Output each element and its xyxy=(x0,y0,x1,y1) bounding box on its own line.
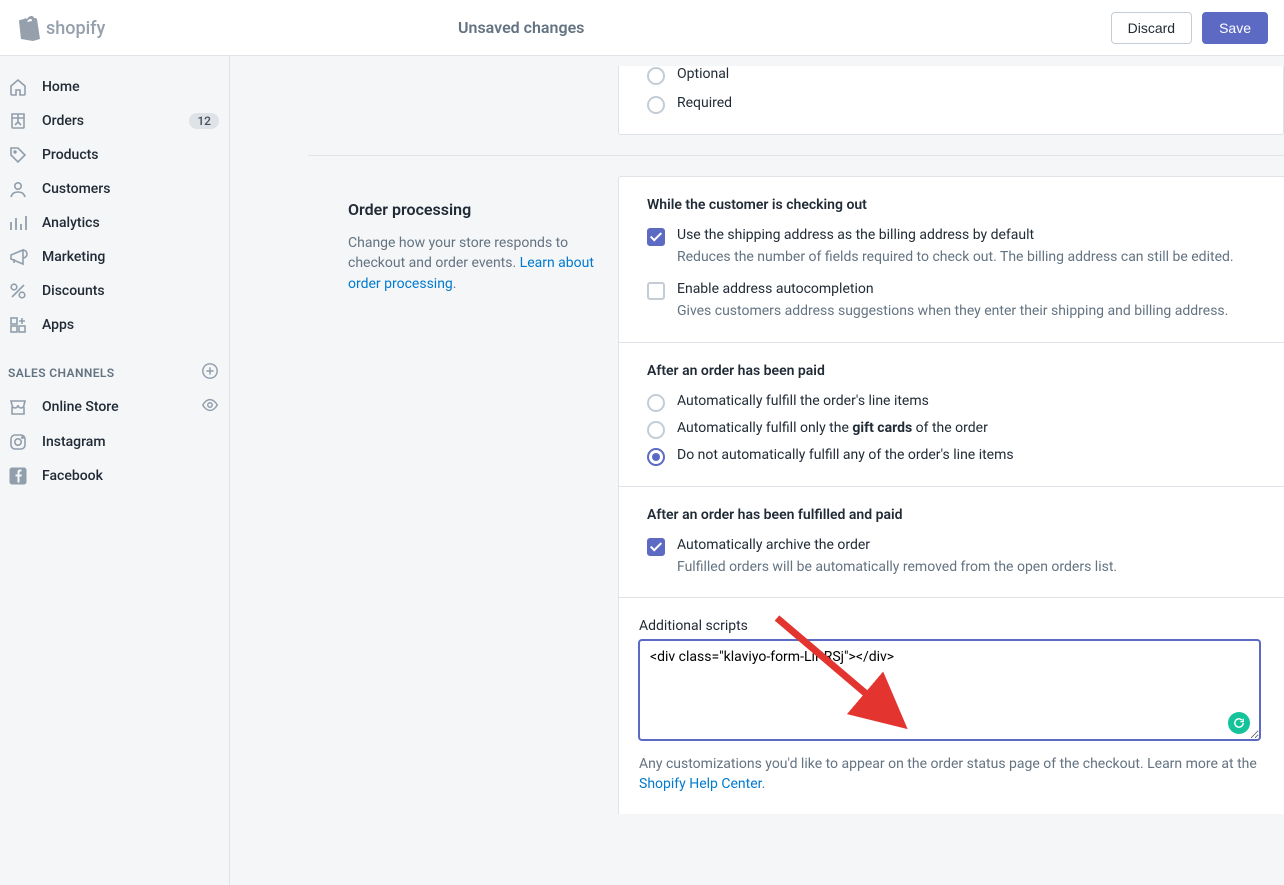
subsection-heading: After an order has been paid xyxy=(647,363,1264,379)
orders-icon xyxy=(8,111,28,131)
sidebar-item-label: Customers xyxy=(42,181,110,197)
radio-control[interactable] xyxy=(647,67,665,85)
analytics-icon xyxy=(8,213,28,233)
checkbox-control[interactable] xyxy=(647,228,665,246)
checkbox-control[interactable] xyxy=(647,282,665,300)
content: Optional Required Order processing Chang… xyxy=(230,56,1284,885)
discounts-icon xyxy=(8,281,28,301)
sidebar: Home Orders 12 Products Customers Analyt… xyxy=(0,56,230,885)
radio-no-auto-fulfill[interactable]: Do not automatically fulfill any of the … xyxy=(647,447,1264,466)
help-center-link[interactable]: Shopify Help Center xyxy=(639,776,762,792)
sidebar-item-products[interactable]: Products xyxy=(0,138,229,172)
sidebar-item-label: Discounts xyxy=(42,283,105,299)
radio-control[interactable] xyxy=(647,394,665,412)
grammarly-icon xyxy=(1228,712,1250,734)
sidebar-item-label: Products xyxy=(42,147,99,163)
facebook-icon xyxy=(8,466,28,486)
topbar-actions: Discard Save xyxy=(1111,12,1268,44)
after-fulfilled-subsection: After an order has been fulfilled and pa… xyxy=(619,486,1284,597)
orders-badge: 12 xyxy=(189,113,219,129)
checkbox-shipping-as-billing[interactable]: Use the shipping address as the billing … xyxy=(647,227,1264,267)
radio-auto-fulfill-giftcards[interactable]: Automatically fulfill only the gift card… xyxy=(647,420,1264,439)
checkbox-control[interactable] xyxy=(647,538,665,556)
radio-control[interactable] xyxy=(647,421,665,439)
products-icon xyxy=(8,145,28,165)
discard-button[interactable]: Discard xyxy=(1111,12,1192,44)
online-store-icon xyxy=(8,397,28,417)
instagram-icon xyxy=(8,432,28,452)
checkbox-address-autocomplete[interactable]: Enable address autocompletion Gives cust… xyxy=(647,281,1264,321)
sidebar-item-facebook[interactable]: Facebook xyxy=(0,459,229,493)
sidebar-item-label: Instagram xyxy=(42,434,106,450)
sidebar-item-label: Apps xyxy=(42,317,74,333)
sales-channels-header: SALES CHANNELS xyxy=(0,342,229,389)
sidebar-item-label: Analytics xyxy=(42,215,100,231)
view-store-icon[interactable] xyxy=(201,396,219,418)
section-divider xyxy=(308,155,1284,156)
radio-control[interactable] xyxy=(647,96,665,114)
additional-scripts-label: Additional scripts xyxy=(639,618,1260,634)
order-processing-section: Order processing Change how your store r… xyxy=(308,176,1284,814)
sidebar-item-label: Online Store xyxy=(42,399,119,415)
home-icon xyxy=(8,77,28,97)
sidebar-item-label: Home xyxy=(42,79,80,95)
apps-icon xyxy=(8,315,28,335)
sidebar-item-customers[interactable]: Customers xyxy=(0,172,229,206)
subsection-heading: After an order has been fulfilled and pa… xyxy=(647,507,1264,523)
sidebar-item-label: Orders xyxy=(42,113,84,129)
radio-auto-fulfill-all[interactable]: Automatically fulfill the order's line i… xyxy=(647,393,1264,412)
sidebar-item-orders[interactable]: Orders 12 xyxy=(0,104,229,138)
sidebar-item-label: Marketing xyxy=(42,249,105,265)
sidebar-item-label: Facebook xyxy=(42,468,103,484)
marketing-icon xyxy=(8,247,28,267)
add-channel-icon[interactable] xyxy=(201,362,219,383)
svg-text:shopify: shopify xyxy=(46,18,106,39)
sidebar-item-online-store[interactable]: Online Store xyxy=(0,389,229,425)
topbar: shopify Unsaved changes Discard Save xyxy=(0,0,1284,56)
section-title: Order processing xyxy=(348,200,598,219)
checkbox-auto-archive[interactable]: Automatically archive the order Fulfille… xyxy=(647,537,1264,577)
additional-scripts-subsection: Additional scripts Any customizations yo… xyxy=(619,597,1284,815)
subsection-heading: While the customer is checking out xyxy=(647,197,1264,213)
section-description: Order processing Change how your store r… xyxy=(308,176,618,814)
sidebar-item-apps[interactable]: Apps xyxy=(0,308,229,342)
additional-scripts-help: Any customizations you'd like to appear … xyxy=(639,754,1260,795)
sidebar-item-instagram[interactable]: Instagram xyxy=(0,425,229,459)
previous-section-tail: Optional Required xyxy=(618,66,1284,135)
section-subdescription: Change how your store responds to checko… xyxy=(348,233,598,294)
customers-icon xyxy=(8,179,28,199)
sidebar-item-analytics[interactable]: Analytics xyxy=(0,206,229,240)
checkout-subsection: While the customer is checking out Use t… xyxy=(619,177,1284,342)
order-processing-card: While the customer is checking out Use t… xyxy=(618,176,1284,814)
shopify-logo: shopify xyxy=(16,13,126,43)
after-paid-subsection: After an order has been paid Automatical… xyxy=(619,342,1284,486)
radio-control[interactable] xyxy=(647,448,665,466)
sidebar-item-discounts[interactable]: Discounts xyxy=(0,274,229,308)
sidebar-item-home[interactable]: Home xyxy=(0,70,229,104)
page-title: Unsaved changes xyxy=(458,18,584,37)
save-button[interactable]: Save xyxy=(1202,12,1268,44)
additional-scripts-input[interactable] xyxy=(639,640,1260,740)
sidebar-item-marketing[interactable]: Marketing xyxy=(0,240,229,274)
radio-optional[interactable]: Optional xyxy=(647,66,1263,85)
radio-required[interactable]: Required xyxy=(647,95,1263,114)
